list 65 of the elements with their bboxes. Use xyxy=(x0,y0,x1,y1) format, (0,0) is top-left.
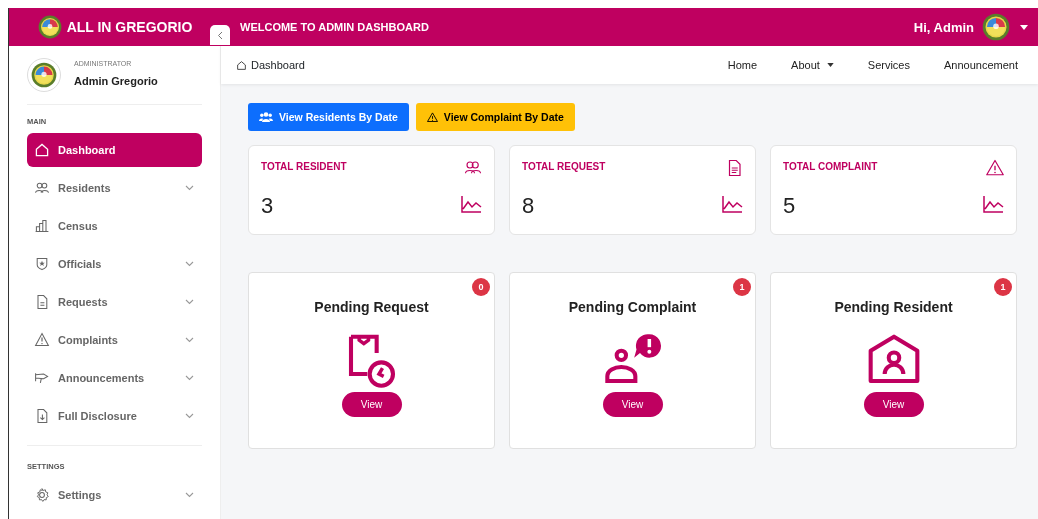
chevron-down-icon xyxy=(185,261,194,267)
sidebar-item[interactable]: Residents xyxy=(27,171,202,205)
stat-value: 3 xyxy=(261,193,274,219)
sidebar-item[interactable]: Census xyxy=(27,209,202,243)
warning-icon xyxy=(986,159,1004,177)
sidebar-item[interactable]: Officials xyxy=(27,247,202,281)
pending-title: Pending Request xyxy=(314,299,429,315)
count-badge: 1 xyxy=(994,278,1012,296)
chevron-left-icon xyxy=(217,30,223,40)
stat-value: 5 xyxy=(783,193,796,219)
caret-icon[interactable] xyxy=(1020,24,1028,30)
seal-logo xyxy=(37,15,62,39)
chevron-down-icon xyxy=(185,375,194,381)
megaphone-icon xyxy=(34,370,50,386)
sidebar-item[interactable]: Full Disclosure xyxy=(27,399,202,433)
sidebar-item[interactable]: Complaints xyxy=(27,323,202,357)
count-badge: 1 xyxy=(733,278,751,296)
chevron-down-icon xyxy=(185,492,194,498)
line-chart-icon xyxy=(983,195,1004,213)
collapse-sidebar-button[interactable] xyxy=(210,25,230,45)
view-by-date-button[interactable]: View Residents By Date xyxy=(248,103,409,131)
view-button[interactable]: View xyxy=(341,392,402,417)
chevron-down-icon xyxy=(185,413,194,419)
document-icon xyxy=(34,294,50,310)
warning-icon xyxy=(426,112,438,122)
gear-icon xyxy=(34,487,50,503)
nav-link[interactable]: About xyxy=(791,59,834,71)
chevron-down-icon xyxy=(185,337,194,343)
line-chart-icon xyxy=(461,195,482,213)
bar-chart-icon xyxy=(34,218,50,234)
stat-value: 8 xyxy=(522,193,535,219)
stat-label: TOTAL REQUEST xyxy=(522,161,606,172)
breadcrumb-text: Dashboard xyxy=(251,59,305,71)
brand-name: ALL IN GREGORIO xyxy=(66,19,193,35)
people-icon xyxy=(34,180,50,196)
seal-logo xyxy=(31,62,57,88)
count-badge: 0 xyxy=(472,278,490,296)
shield-star-icon xyxy=(34,256,50,272)
user-name: Admin Gregorio xyxy=(74,75,158,87)
home-icon xyxy=(34,142,50,158)
view-by-date-button[interactable]: View Complaint By Date xyxy=(415,103,575,131)
sidebar-item[interactable]: Announcements xyxy=(27,361,202,395)
view-button[interactable]: View xyxy=(602,392,663,417)
user-greeting: Hi, Admin xyxy=(913,19,974,35)
chevron-down-icon xyxy=(185,299,194,305)
view-button[interactable]: View xyxy=(863,392,924,417)
chevron-down-icon xyxy=(185,185,194,191)
nav-link[interactable]: Services xyxy=(867,59,910,71)
header-title: WELCOME TO ADMIN DASHBOARD xyxy=(240,21,430,33)
warning-icon xyxy=(34,332,50,348)
pending-title: Pending Complaint xyxy=(568,299,697,315)
nav-link[interactable]: Announcement xyxy=(944,59,1018,71)
caret-icon xyxy=(826,63,834,67)
pending-title: Pending Resident xyxy=(834,299,953,315)
people-icon xyxy=(259,112,273,122)
stat-label: TOTAL RESIDENT xyxy=(261,161,347,172)
sidebar-item[interactable]: Settings xyxy=(27,478,202,512)
sidebar-item[interactable]: Dashboard xyxy=(27,133,202,167)
home-icon xyxy=(236,59,247,71)
line-chart-icon xyxy=(722,195,743,213)
stat-label: TOTAL COMPLAINT xyxy=(783,161,878,172)
nav-link[interactable]: Home xyxy=(727,59,758,71)
seal-logo xyxy=(982,13,1010,41)
document-download-icon xyxy=(34,408,50,424)
sidebar-item[interactable]: Requests xyxy=(27,285,202,319)
